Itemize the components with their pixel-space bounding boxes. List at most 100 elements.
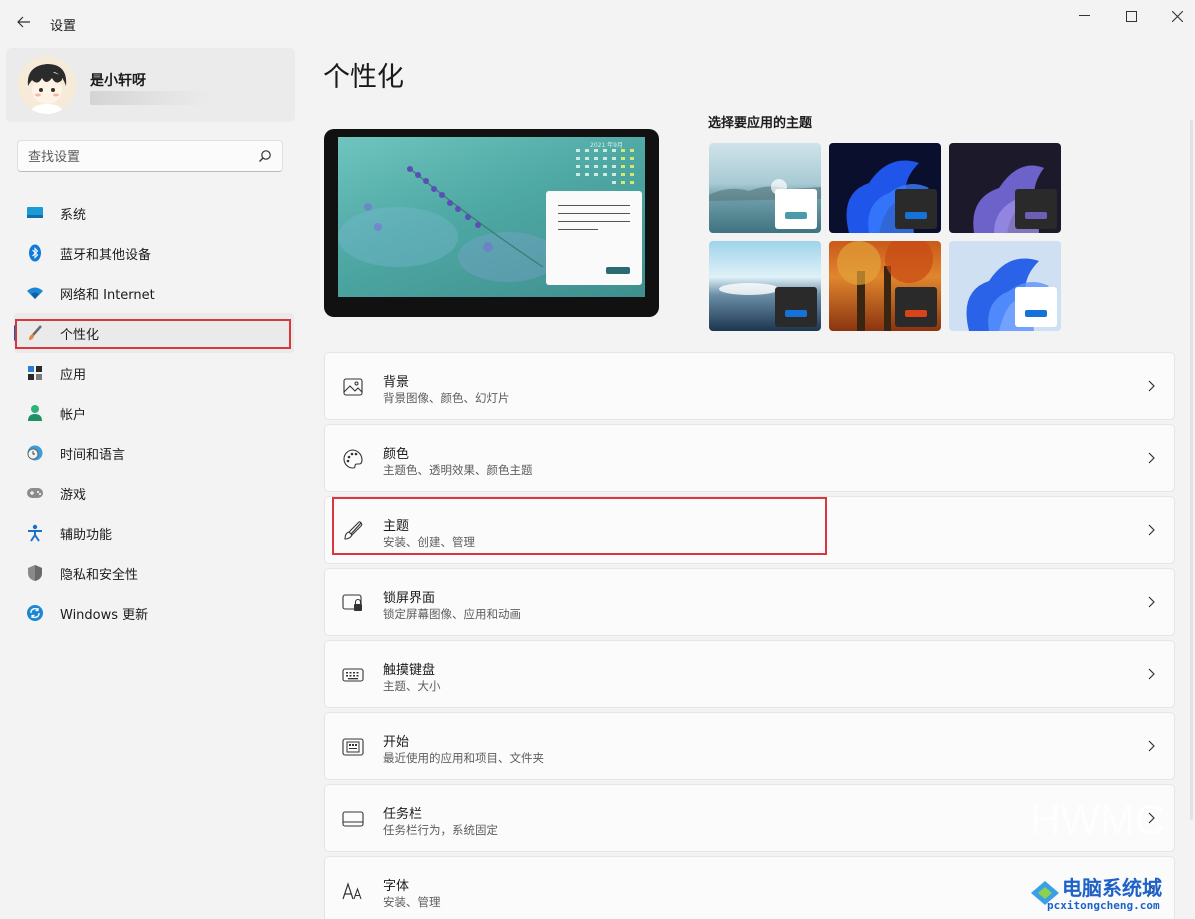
user-email-redacted: [90, 91, 210, 105]
sidebar-item-windows-update[interactable]: Windows 更新: [14, 593, 294, 633]
card-start[interactable]: 开始 最近使用的应用和项目、文件夹: [324, 712, 1175, 780]
theme-chip: [1015, 189, 1057, 229]
close-button[interactable]: [1157, 4, 1195, 28]
font-icon: [342, 881, 364, 901]
sidebar-item-accounts[interactable]: 帐户: [14, 393, 294, 433]
card-title: 字体: [383, 879, 410, 894]
sidebar-item-label: 隐私和安全性: [60, 567, 139, 583]
sidebar-item-privacy[interactable]: 隐私和安全性: [14, 553, 294, 593]
sidebar-item-system[interactable]: 系统: [14, 193, 294, 233]
card-subtitle: 任务栏行为，系统固定: [383, 823, 498, 837]
sidebar-item-label: 蓝牙和其他设备: [60, 247, 152, 263]
system-icon: [26, 204, 44, 222]
clock-globe-icon: [26, 444, 44, 462]
sidebar-item-label: 系统: [60, 207, 87, 223]
card-title: 开始: [383, 735, 410, 750]
search-input[interactable]: [28, 147, 248, 167]
maximize-button[interactable]: [1111, 4, 1151, 28]
sidebar-item-gaming[interactable]: 游戏: [14, 473, 294, 513]
minimize-button[interactable]: [1064, 4, 1104, 28]
chevron-right-icon: [1148, 668, 1155, 680]
card-themes[interactable]: 主题 安装、创建、管理: [324, 496, 1175, 564]
sidebar-item-accessibility[interactable]: 辅助功能: [14, 513, 294, 553]
back-arrow-icon: [17, 16, 30, 28]
lock-screen-icon: [342, 593, 364, 613]
gamepad-icon: [26, 484, 44, 502]
card-title: 锁屏界面: [383, 591, 436, 606]
sidebar-item-personalization[interactable]: 个性化: [14, 313, 294, 353]
account-icon: [26, 404, 44, 422]
theme-chip: [1015, 287, 1057, 327]
app-title: 设置: [50, 19, 77, 34]
minimize-icon: [1078, 15, 1090, 16]
theme-bloom-dark[interactable]: [829, 143, 941, 233]
shield-icon: [26, 564, 44, 582]
sidebar-item-label: 游戏: [60, 487, 87, 503]
scrollbar[interactable]: [1190, 120, 1193, 820]
watermark-url: pcxitongcheng.com: [1047, 899, 1160, 912]
card-lock-screen[interactable]: 锁屏界面 锁定屏幕图像、应用和动画: [324, 568, 1175, 636]
chevron-right-icon: [1148, 740, 1155, 752]
title-bar: 设置: [0, 0, 1195, 44]
sidebar-item-label: 时间和语言: [60, 447, 126, 463]
card-subtitle: 安装、创建、管理: [383, 535, 475, 549]
sidebar-nav: 系统 蓝牙和其他设备 网络和 Internet 个性化 应用 帐户 时间和语言 …: [14, 193, 294, 633]
wifi-icon: [26, 284, 44, 302]
preview-wallpaper: 2021 年9月: [338, 137, 645, 297]
theme-chip: [775, 189, 817, 229]
card-title: 主题: [383, 519, 410, 534]
card-subtitle: 安装、管理: [383, 895, 441, 909]
accent-bar: [1025, 212, 1047, 219]
start-icon: [342, 737, 364, 757]
card-touch-keyboard[interactable]: 触摸键盘 主题、大小: [324, 640, 1175, 708]
sidebar-item-label: 网络和 Internet: [60, 287, 155, 303]
image-icon: [342, 377, 364, 397]
sidebar-item-label: 辅助功能: [60, 527, 113, 543]
avatar: [18, 56, 76, 114]
theme-bloom-light[interactable]: [949, 241, 1061, 331]
theme-autumn[interactable]: [829, 241, 941, 331]
close-icon: [1171, 10, 1183, 22]
sidebar-item-apps[interactable]: 应用: [14, 353, 294, 393]
palette-icon: [342, 449, 364, 469]
themes-label: 选择要应用的主题: [708, 116, 813, 131]
back-button[interactable]: [14, 12, 34, 32]
search-box[interactable]: [17, 140, 283, 172]
sidebar-item-label: 帐户: [60, 407, 87, 423]
card-title: 背景: [383, 375, 410, 390]
preview-window: [546, 191, 642, 285]
bluetooth-icon: [26, 244, 44, 262]
page-title: 个性化: [323, 62, 404, 93]
watermark-faint: HWMC: [1030, 796, 1166, 843]
sidebar-item-label: 应用: [60, 367, 87, 383]
brush-icon: [26, 324, 44, 342]
chevron-right-icon: [1148, 596, 1155, 608]
card-colors[interactable]: 颜色 主题色、透明效果、颜色主题: [324, 424, 1175, 492]
user-name: 是小轩呀: [90, 73, 146, 89]
theme-chip: [775, 287, 817, 327]
accent-bar: [905, 212, 927, 219]
brush-icon: [342, 521, 364, 541]
taskbar-icon: [342, 809, 364, 829]
card-subtitle: 锁定屏幕图像、应用和动画: [383, 607, 521, 621]
card-subtitle: 最近使用的应用和项目、文件夹: [383, 751, 544, 765]
card-title: 颜色: [383, 447, 410, 462]
theme-lake[interactable]: [709, 143, 821, 233]
accent-bar: [1025, 310, 1047, 317]
sidebar-item-bluetooth[interactable]: 蓝牙和其他设备: [14, 233, 294, 273]
theme-chip: [895, 287, 937, 327]
accent-bar: [785, 310, 807, 317]
sidebar-item-label: Windows 更新: [60, 607, 149, 623]
user-profile[interactable]: 是小轩呀: [6, 48, 295, 122]
card-subtitle: 主题、大小: [383, 679, 441, 693]
card-background[interactable]: 背景 背景图像、颜色、幻灯片: [324, 352, 1175, 420]
preview-calendar: [576, 149, 634, 184]
search-icon[interactable]: [258, 149, 272, 163]
accessibility-icon: [26, 524, 44, 542]
sidebar-item-network[interactable]: 网络和 Internet: [14, 273, 294, 313]
theme-preview: 2021 年9月: [324, 129, 659, 317]
sidebar-item-time-language[interactable]: 时间和语言: [14, 433, 294, 473]
theme-purple-bloom[interactable]: [949, 143, 1061, 233]
theme-sky[interactable]: [709, 241, 821, 331]
chevron-right-icon: [1148, 524, 1155, 536]
